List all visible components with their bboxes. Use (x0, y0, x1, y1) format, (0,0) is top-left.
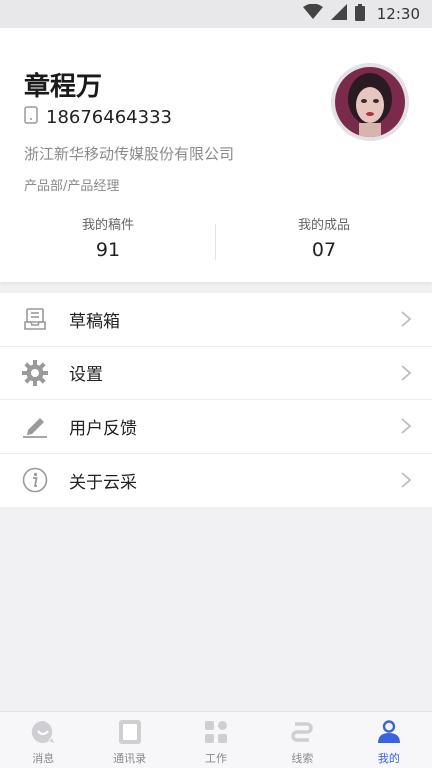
tab-label: 线索 (291, 752, 314, 765)
tab-label: 通讯录 (113, 752, 147, 765)
avatar[interactable] (331, 63, 409, 141)
status-bar: 12:30 (0, 0, 432, 28)
chevron-right-icon (400, 310, 412, 328)
stat-divider (215, 224, 216, 260)
stat-label: 我的稿件 (81, 218, 134, 233)
phone-icon (24, 106, 38, 128)
gear-icon (22, 359, 48, 386)
signal-icon (330, 4, 347, 24)
phone-row: 18676464333 (24, 106, 172, 128)
stat-products[interactable]: 我的成品 07 (216, 214, 432, 266)
stat-drafts[interactable]: 我的稿件 91 (0, 214, 216, 266)
chevron-right-icon (400, 364, 412, 382)
menu-label: 草稿箱 (69, 311, 120, 332)
status-time: 12:30 (376, 5, 420, 23)
inbox-icon (22, 306, 48, 332)
menu-item-about[interactable]: 关于云采 (0, 454, 432, 508)
menu-list: 草稿箱 设置 用户反馈 关于云采 (0, 293, 432, 507)
info-icon (22, 467, 48, 493)
tab-label: 消息 (32, 752, 55, 765)
stats-row: 我的稿件 91 我的成品 07 (0, 214, 432, 266)
tab-leads[interactable]: 线索 (259, 712, 345, 768)
tab-work[interactable]: 工作 (173, 712, 259, 768)
wifi-icon (302, 3, 323, 24)
message-icon (30, 719, 56, 745)
grid-icon (203, 719, 229, 745)
company-name: 浙江新华移动传媒股份有限公司 (24, 145, 235, 163)
pencil-icon (22, 413, 48, 439)
phone-number: 18676464333 (46, 106, 172, 128)
bottom-tab-bar: 消息 通讯录 工作 线索 我的 (0, 711, 432, 768)
route-icon (289, 719, 315, 745)
department-title: 产品部/产品经理 (24, 179, 120, 194)
menu-label: 设置 (69, 365, 103, 386)
chevron-right-icon (400, 471, 412, 489)
battery-icon (354, 3, 365, 25)
tab-messages[interactable]: 消息 (0, 712, 86, 768)
menu-item-feedback[interactable]: 用户反馈 (0, 400, 432, 454)
chevron-right-icon (400, 417, 412, 435)
tab-contacts[interactable]: 通讯录 (86, 712, 172, 768)
menu-label: 用户反馈 (69, 418, 137, 439)
stat-value: 07 (311, 239, 337, 261)
stat-label: 我的成品 (297, 218, 350, 233)
stat-value: 91 (95, 239, 121, 261)
user-icon (376, 719, 402, 745)
menu-item-settings[interactable]: 设置 (0, 347, 432, 400)
tab-label: 我的 (377, 752, 400, 765)
menu-item-drafts[interactable]: 草稿箱 (0, 293, 432, 347)
tab-label: 工作 (205, 752, 228, 765)
user-name: 章程万 (24, 72, 103, 102)
menu-label: 关于云采 (69, 472, 137, 493)
tab-profile[interactable]: 我的 (346, 712, 432, 768)
profile-card: 章程万 18676464333 浙江新华移动传媒股份有限公司 产品部/产品经理 … (0, 28, 432, 282)
contacts-icon (117, 719, 143, 745)
